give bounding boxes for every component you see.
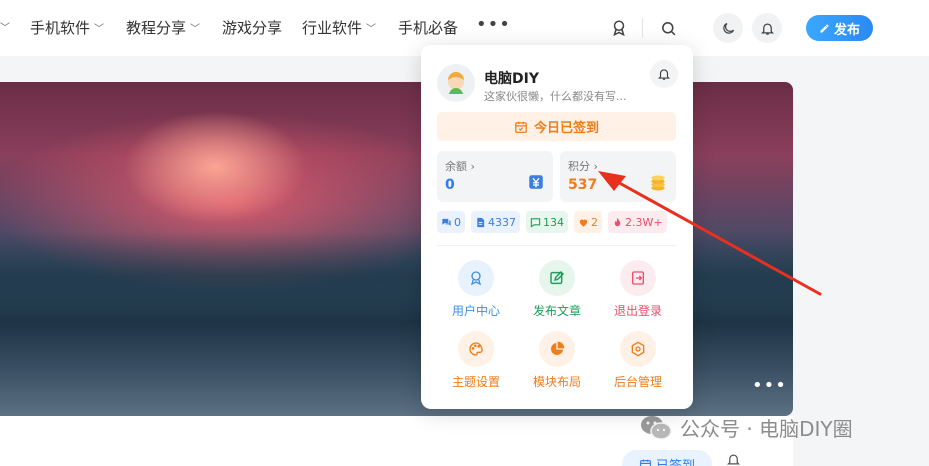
menu-label: 模块布局	[532, 375, 581, 389]
search-button[interactable]	[656, 16, 680, 40]
chevron-right-icon: ›	[470, 160, 475, 173]
user-name[interactable]: 电脑DIY	[484, 68, 539, 88]
pencil-icon	[820, 23, 829, 33]
nav-chevron-partial[interactable]: ﹀	[0, 19, 10, 34]
nav-divider	[642, 18, 643, 38]
card-notifications-button[interactable]	[650, 60, 678, 88]
bell-icon	[657, 69, 671, 80]
bottom-bell-button[interactable]	[726, 452, 741, 466]
points-value: 537	[568, 177, 598, 193]
menu-icon-circle	[539, 260, 575, 296]
chevron-down-icon: ﹀	[190, 24, 201, 35]
nav-item-label: 游戏分享	[222, 19, 283, 37]
message-icon	[530, 217, 541, 228]
chip-comments[interactable]: 0	[437, 211, 465, 233]
menu-user-center[interactable]: 用户中心	[436, 260, 516, 319]
wechat-icon	[641, 415, 672, 440]
chip-value: 134	[543, 215, 564, 229]
notifications-button[interactable]	[752, 13, 782, 43]
heart-icon	[579, 219, 588, 227]
watermark: 公众号 · 电脑DIY圈	[640, 413, 853, 442]
chevron-down-icon: ﹀	[94, 24, 105, 35]
balance-value: 0	[445, 177, 455, 193]
hero-more-button[interactable]: •••	[752, 375, 787, 396]
menu-icon-circle	[458, 260, 494, 296]
checked-in-badge[interactable]: 已签到	[622, 450, 712, 466]
nav-item-tutorials[interactable]: 教程分享 ﹀	[126, 17, 200, 38]
search-icon	[661, 21, 675, 35]
coins-icon	[648, 173, 668, 197]
pie-icon	[551, 341, 565, 355]
user-bio: 这家伙很懒，什么都没有写...	[484, 90, 627, 103]
document-icon	[477, 217, 485, 227]
balance-box[interactable]: 余额 › 0	[437, 151, 553, 202]
menu-label: 用户中心	[451, 304, 500, 318]
points-box[interactable]: 积分 › 537	[560, 151, 676, 202]
logout-icon	[632, 271, 644, 285]
chip-value: 0	[454, 215, 461, 229]
bell-icon	[760, 23, 774, 35]
avatar-face-icon	[448, 72, 464, 94]
chip-value: 2	[591, 215, 598, 229]
watermark-text: 公众号 · 电脑DIY圈	[680, 417, 853, 441]
checked-in-label: 已签到	[655, 458, 695, 466]
nav-item-label: 手机必备	[398, 19, 459, 37]
chip-value: 4337	[488, 215, 516, 229]
nav-item-label: 行业软件	[302, 19, 363, 37]
nav-item-games[interactable]: 游戏分享	[222, 17, 282, 38]
chevron-right-icon: ›	[593, 160, 598, 173]
signin-label: 今日已签到	[533, 121, 599, 136]
edit-icon	[550, 270, 565, 285]
menu-logout[interactable]: 退出登录	[598, 260, 678, 319]
menu-admin[interactable]: 后台管理	[598, 331, 678, 390]
menu-icon-circle	[620, 331, 656, 367]
signed-in-today-button[interactable]: 今日已签到	[437, 112, 676, 141]
nav-more-button[interactable]: •••	[476, 14, 511, 35]
menu-module-layout[interactable]: 模块布局	[517, 331, 597, 390]
menu-icon-circle	[620, 260, 656, 296]
menu-label: 后台管理	[613, 375, 662, 389]
nav-item-mobile-software[interactable]: 手机软件 ﹀	[30, 17, 104, 38]
nav-item-label: 教程分享	[126, 19, 187, 37]
chip-posts[interactable]: 4337	[471, 211, 520, 233]
stats-chips: 0 4337 134 2 2.3W+	[437, 211, 667, 233]
dark-mode-toggle[interactable]	[713, 13, 743, 43]
user-dropdown-card: 电脑DIY 这家伙很懒，什么都没有写... 今日已签到 余额 › 0 积分 › …	[421, 45, 693, 409]
nav-item-mobile-essentials[interactable]: 手机必备	[398, 17, 458, 38]
chip-likes[interactable]: 2	[574, 211, 602, 233]
user-center-icon	[470, 271, 482, 286]
menu-icon-circle	[458, 331, 494, 367]
calendar-icon	[640, 459, 651, 466]
chevron-down-icon: ﹀	[366, 24, 377, 35]
fire-icon	[614, 217, 621, 226]
card-divider	[437, 245, 676, 246]
chip-messages[interactable]: 134	[526, 211, 568, 233]
publish-label: 发布	[833, 22, 860, 38]
user-icon-button[interactable]	[607, 16, 631, 40]
points-label: 积分 ›	[568, 160, 598, 173]
menu-theme-settings[interactable]: 主题设置	[436, 331, 516, 390]
calendar-check-icon	[515, 121, 527, 133]
menu-icon-circle	[539, 331, 575, 367]
avatar[interactable]	[437, 64, 475, 102]
palette-icon	[469, 342, 483, 356]
publish-button[interactable]: 发布	[806, 15, 873, 41]
balance-label: 余额 ›	[445, 160, 475, 173]
bell-icon	[726, 454, 741, 465]
moon-icon	[722, 22, 734, 34]
menu-label: 发布文章	[532, 304, 581, 318]
menu-label: 退出登录	[613, 304, 662, 318]
nav-item-industry-software[interactable]: 行业软件 ﹀	[302, 17, 376, 38]
gear-icon	[631, 341, 645, 357]
comments-icon	[442, 218, 451, 226]
chip-value: 2.3W+	[625, 215, 663, 229]
menu-label: 主题设置	[451, 375, 500, 389]
wallet-icon	[527, 173, 545, 195]
chip-views[interactable]: 2.3W+	[608, 211, 667, 233]
menu-publish-article[interactable]: 发布文章	[517, 260, 597, 319]
nav-item-label: 手机软件	[30, 19, 91, 37]
badge-icon	[613, 20, 625, 37]
